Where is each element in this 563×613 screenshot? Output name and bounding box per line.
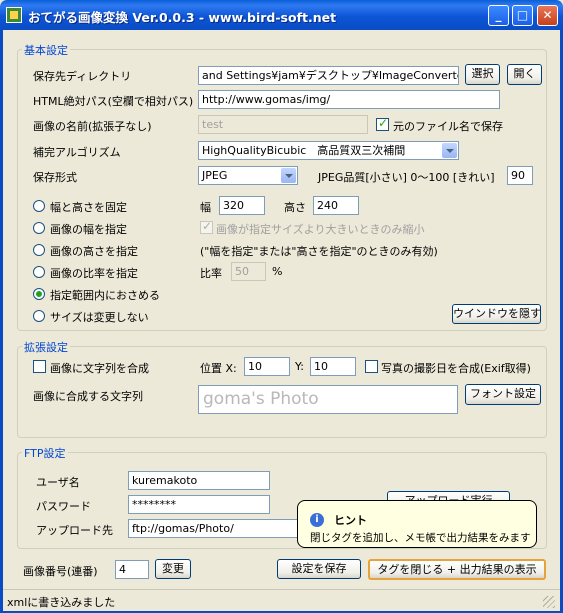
ftp-password-input[interactable]: ******** (128, 495, 270, 514)
radio-no-resize-label: サイズは変更しない (50, 311, 149, 324)
compose-text-label: 画像に文字列を合成 (50, 362, 149, 375)
keep-name-checkbox[interactable] (376, 116, 389, 131)
exif-date-label: 写真の撮影日を合成(Exif取得) (381, 362, 531, 375)
open-dir-button[interactable]: 開く (507, 64, 542, 85)
height-input[interactable]: 240 (313, 196, 359, 215)
keep-name-label: 元のファイル名で保存 (393, 120, 503, 133)
pos-y-input[interactable]: 10 (310, 357, 356, 376)
ftp-settings-title: FTP設定 (22, 445, 68, 461)
ftp-dest-input[interactable]: ftp://gomas/Photo/ (128, 519, 300, 538)
chevron-down-icon (442, 143, 457, 158)
font-settings-button[interactable]: フォント設定 (465, 384, 541, 405)
width-input[interactable]: 320 (219, 196, 265, 215)
height-label: 高さ (284, 201, 306, 214)
ratio-label: 比率 (200, 267, 222, 280)
window-title: おてがる画像変換 Ver.0.0.3 - www.bird-soft.net (28, 10, 337, 25)
change-serial-button[interactable]: 変更 (155, 559, 191, 579)
ratio-input[interactable]: 50 (231, 262, 266, 281)
pos-x-input[interactable]: 10 (244, 357, 290, 376)
serial-label: 画像番号(連番) (23, 565, 98, 578)
app-icon (6, 7, 22, 23)
title-bar[interactable]: おてがる画像変換 Ver.0.0.3 - www.bird-soft.net _… (0, 0, 563, 30)
html-path-input[interactable]: http://www.gomas/img/ (198, 90, 500, 109)
jpeg-quality-input[interactable]: 90 (507, 166, 533, 185)
pos-x-label: 位置 X: (200, 362, 237, 375)
radio-no-resize[interactable] (33, 310, 45, 322)
basic-settings-title: 基本設定 (22, 42, 70, 58)
shrink-only-checkbox[interactable] (200, 219, 213, 234)
width-label: 幅 (200, 201, 211, 214)
radio-ratio-label: 画像の比率を指定 (50, 267, 138, 280)
exif-date-checkbox[interactable] (365, 360, 378, 373)
minimize-button[interactable]: _ (488, 5, 509, 26)
radio-fixed-size-label: 幅と高さを固定 (50, 201, 127, 214)
save-dir-input[interactable]: and Settings¥jam¥デスクトップ¥ImageConverter0_… (198, 66, 459, 85)
radio-fixed-size[interactable] (33, 200, 45, 212)
width-height-note: ("幅を指定"または"高さを指定"のときのみ有効) (200, 245, 438, 258)
compose-string-label: 画像に合成する文字列 (33, 390, 143, 403)
radio-fit-range-label: 指定範囲内におさめる (50, 289, 160, 302)
jpeg-quality-label: JPEG品質[小さい] 0～100 [きれい] (318, 171, 495, 184)
hint-title: ヒント (334, 514, 367, 527)
image-name-label: 画像の名前(拡張子なし) (33, 120, 152, 133)
ftp-password-label: パスワード (36, 500, 91, 513)
ftp-dest-label: アップロード先 (36, 524, 113, 537)
radio-width-label: 画像の幅を指定 (50, 223, 127, 236)
ftp-user-input[interactable]: kuremakoto (128, 471, 270, 490)
ftp-user-label: ユーザ名 (36, 476, 80, 489)
extended-settings-title: 拡張設定 (22, 339, 70, 355)
radio-ratio[interactable] (33, 266, 45, 278)
hint-text: 閉じタグを追加し、メモ帳で出力結果をみます (310, 532, 531, 544)
serial-input[interactable]: 4 (115, 560, 149, 579)
close-button[interactable]: ✕ (537, 5, 558, 26)
format-label: 保存形式 (33, 171, 77, 184)
interp-select-value: HighQualityBicubic 高品質双三次補間 (202, 144, 406, 157)
radio-width[interactable] (33, 222, 45, 234)
info-icon: i (310, 513, 324, 527)
save-settings-button[interactable]: 設定を保存 (277, 559, 361, 579)
format-select[interactable]: JPEG (198, 166, 298, 185)
pos-y-label: Y: (295, 360, 304, 373)
close-tags-button[interactable]: タグを閉じる + 出力結果の表示 (368, 559, 546, 580)
status-bar: xmlに書き込みました (3, 589, 560, 611)
status-text: xmlに書き込みました (7, 596, 116, 609)
save-dir-label: 保存先ディレクトリ (33, 70, 132, 83)
interp-label: 補完アルゴリズム (33, 146, 121, 159)
hint-tooltip: i ヒント 閉じタグを追加し、メモ帳で出力結果をみます (297, 500, 537, 548)
compose-text-checkbox[interactable] (33, 360, 46, 373)
format-select-value: JPEG (202, 169, 228, 182)
hide-window-button[interactable]: ウインドウを隠す (452, 304, 541, 324)
radio-height[interactable] (33, 244, 45, 256)
chevron-down-icon (281, 168, 296, 183)
image-name-input[interactable]: test (198, 115, 368, 134)
ratio-unit: % (272, 265, 283, 278)
interp-select[interactable]: HighQualityBicubic 高品質双三次補間 (198, 141, 459, 160)
shrink-only-label: 画像が指定サイズより大きいときのみ縮小 (216, 223, 425, 236)
radio-fit-range[interactable] (33, 288, 45, 300)
select-dir-button[interactable]: 選択 (465, 64, 500, 85)
maximize-button[interactable]: □ (512, 5, 533, 26)
resize-grip-icon[interactable] (543, 596, 555, 608)
compose-string-input[interactable]: goma's Photo (198, 385, 458, 414)
html-path-label: HTML絶対パス(空欄で相対パス) (33, 95, 194, 108)
radio-height-label: 画像の高さを指定 (50, 245, 138, 258)
